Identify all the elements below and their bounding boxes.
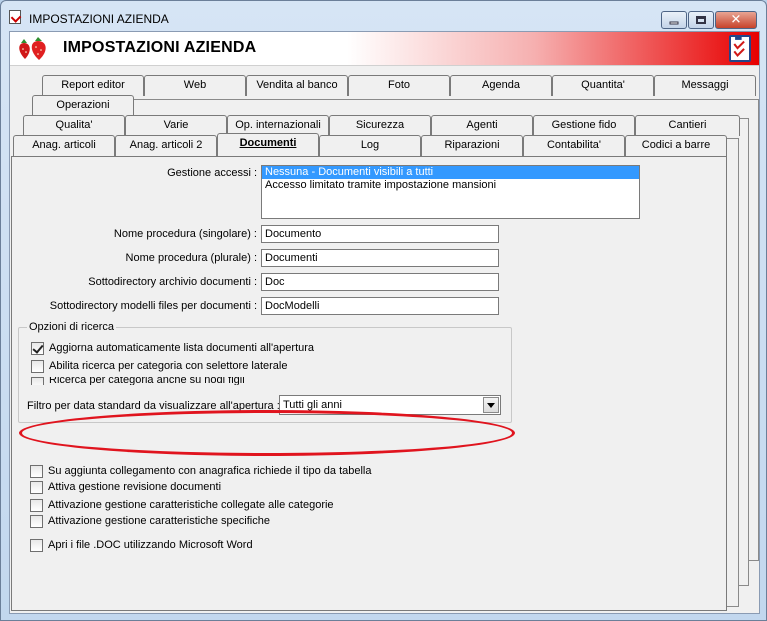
tab-foto[interactable]: Foto bbox=[348, 75, 450, 96]
app-checklist-icon bbox=[9, 10, 21, 24]
category-search-checkbox[interactable] bbox=[31, 359, 44, 373]
features-specific-row[interactable]: Attivazione gestione caratteristiche spe… bbox=[30, 514, 270, 528]
tab-codici-a-barre[interactable]: Codici a barre bbox=[625, 135, 727, 156]
tab-contabilita[interactable]: Contabilita' bbox=[523, 135, 625, 156]
date-filter-select[interactable]: Tutti gli anni bbox=[279, 395, 501, 415]
search-options-group: Opzioni di ricerca Aggiorna automaticame… bbox=[18, 321, 512, 423]
minimize-button[interactable] bbox=[661, 11, 687, 29]
subdir-label: Sottodirectory archivio documenti : bbox=[88, 276, 257, 288]
window-controls: ✕ bbox=[660, 11, 757, 29]
minimize-icon bbox=[669, 21, 679, 25]
open-word-row[interactable]: Apri i file .DOC utilizzando Microsoft W… bbox=[30, 538, 253, 552]
link-anag-checkbox[interactable] bbox=[30, 464, 43, 478]
date-filter-label: Filtro per data standard da visualizzare… bbox=[27, 400, 280, 412]
subdir-models-label: Sottodirectory modelli files per documen… bbox=[49, 300, 257, 312]
checklist-icon bbox=[729, 35, 751, 62]
maximize-button[interactable] bbox=[688, 11, 714, 29]
header-banner: IMPOSTAZIONI AZIENDA bbox=[10, 32, 759, 66]
category-children-row[interactable]: Ricerca per categoria anche su nodi figl… bbox=[31, 377, 245, 385]
tab-documenti[interactable]: Documenti bbox=[217, 133, 319, 156]
tab-report-editor[interactable]: Report editor bbox=[42, 75, 144, 96]
link-anag-label: Su aggiunta collegamento con anagrafica … bbox=[48, 465, 372, 477]
tab-cantieri[interactable]: Cantieri bbox=[635, 115, 740, 136]
maximize-icon bbox=[696, 16, 706, 24]
access-listbox[interactable]: Nessuna - Documenti visibili a tutti Acc… bbox=[261, 165, 640, 219]
documenti-tab-page: Gestione accessi : Nessuna - Documenti v… bbox=[11, 156, 727, 611]
tab-sicurezza[interactable]: Sicurezza bbox=[329, 115, 431, 136]
category-search-row[interactable]: Abilita ricerca per categoria con selett… bbox=[31, 359, 287, 373]
category-search-label: Abilita ricerca per categoria con selett… bbox=[49, 360, 288, 372]
tab-agenda[interactable]: Agenda bbox=[450, 75, 552, 96]
date-filter-value: Tutti gli anni bbox=[283, 399, 342, 411]
access-option-none[interactable]: Nessuna - Documenti visibili a tutti bbox=[262, 166, 639, 179]
window-title: IMPOSTAZIONI AZIENDA bbox=[29, 12, 169, 26]
tab-quantita[interactable]: Quantita' bbox=[552, 75, 654, 96]
revision-row[interactable]: Attiva gestione revisione documenti bbox=[30, 480, 221, 494]
tab-agenti[interactable]: Agenti bbox=[431, 115, 533, 136]
tab-riparazioni[interactable]: Riparazioni bbox=[421, 135, 523, 156]
close-button[interactable]: ✕ bbox=[715, 11, 757, 29]
features-categories-row[interactable]: Attivazione gestione caratteristiche col… bbox=[30, 498, 334, 512]
tab-qualita[interactable]: Qualita' bbox=[23, 115, 125, 136]
tab-log[interactable]: Log bbox=[319, 135, 421, 156]
application-window: IMPOSTAZIONI AZIENDA ✕ IMPOSTAZIONI AZIE… bbox=[0, 0, 767, 621]
access-option-limited[interactable]: Accesso limitato tramite impostazione ma… bbox=[262, 179, 639, 192]
open-word-label: Apri i file .DOC utilizzando Microsoft W… bbox=[48, 539, 253, 551]
tab-gestione-fido[interactable]: Gestione fido bbox=[533, 115, 635, 136]
name-plural-label: Nome procedura (plurale) : bbox=[125, 252, 257, 264]
tab-anag-articoli[interactable]: Anag. articoli bbox=[13, 135, 115, 156]
title-bar[interactable]: IMPOSTAZIONI AZIENDA ✕ bbox=[1, 1, 766, 31]
client-area: IMPOSTAZIONI AZIENDA Report editor Web V… bbox=[9, 31, 760, 614]
tab-operazioni[interactable]: Operazioni bbox=[32, 95, 134, 116]
name-plural-input[interactable]: Documenti bbox=[261, 249, 499, 267]
subdir-input[interactable]: Doc bbox=[261, 273, 499, 291]
features-specific-checkbox[interactable] bbox=[30, 514, 43, 528]
name-singular-label: Nome procedura (singolare) : bbox=[113, 228, 257, 240]
strawberry-logo-icon bbox=[19, 37, 46, 60]
auto-refresh-row[interactable]: Aggiorna automaticamente lista documenti… bbox=[31, 341, 314, 355]
access-label: Gestione accessi : bbox=[167, 167, 257, 179]
link-anag-row[interactable]: Su aggiunta collegamento con anagrafica … bbox=[30, 464, 372, 478]
auto-refresh-label: Aggiorna automaticamente lista documenti… bbox=[49, 342, 315, 354]
features-categories-checkbox[interactable] bbox=[30, 498, 43, 512]
features-specific-label: Attivazione gestione caratteristiche spe… bbox=[48, 515, 270, 527]
category-children-checkbox[interactable] bbox=[31, 377, 44, 385]
features-categories-label: Attivazione gestione caratteristiche col… bbox=[48, 499, 334, 511]
dropdown-arrow-icon[interactable] bbox=[483, 397, 499, 413]
name-singular-input[interactable]: Documento bbox=[261, 225, 499, 243]
close-icon: ✕ bbox=[730, 12, 742, 28]
banner-title: IMPOSTAZIONI AZIENDA bbox=[63, 39, 257, 56]
tab-varie[interactable]: Varie bbox=[125, 115, 227, 136]
search-options-title: Opzioni di ricerca bbox=[27, 321, 116, 333]
tab-anag-articoli-2[interactable]: Anag. articoli 2 bbox=[115, 135, 217, 156]
tab-web[interactable]: Web bbox=[144, 75, 246, 96]
category-children-label: Ricerca per categoria anche su nodi figl… bbox=[49, 377, 245, 385]
open-word-checkbox[interactable] bbox=[30, 538, 43, 552]
auto-refresh-checkbox[interactable] bbox=[31, 341, 44, 355]
tab-vendita-al-banco[interactable]: Vendita al banco bbox=[246, 75, 348, 96]
subdir-models-input[interactable]: DocModelli bbox=[261, 297, 499, 315]
revision-checkbox[interactable] bbox=[30, 480, 43, 494]
tab-messaggi[interactable]: Messaggi bbox=[654, 75, 756, 96]
revision-label: Attiva gestione revisione documenti bbox=[48, 481, 222, 493]
